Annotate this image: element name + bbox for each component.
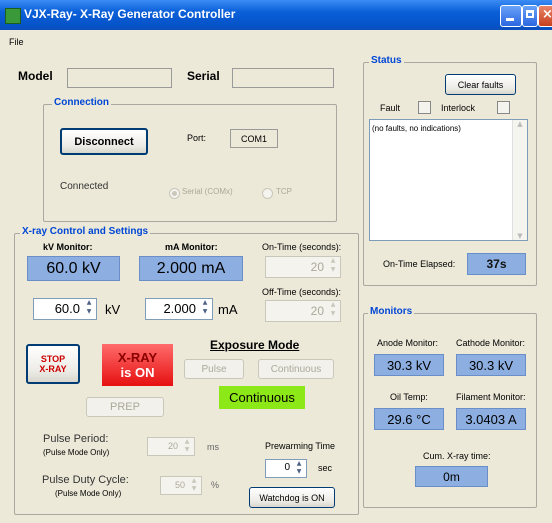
ma-unit: mA bbox=[218, 302, 238, 317]
interlock-label: Interlock bbox=[441, 103, 476, 113]
anode-display: 30.3 kV bbox=[374, 354, 444, 376]
disconnect-button[interactable]: Disconnect bbox=[60, 128, 148, 155]
model-label: Model bbox=[18, 69, 53, 83]
oil-temp-display: 29.6 °C bbox=[374, 408, 444, 430]
fault-log-text: (no faults, no indications) bbox=[372, 124, 461, 133]
prewarming-stepper[interactable]: 0 ▲ ▼ bbox=[265, 459, 307, 478]
ma-monitor-display: 2.000 mA bbox=[139, 256, 243, 281]
kv-monitor-display: 60.0 kV bbox=[27, 256, 120, 281]
down-arrow-icon[interactable]: ▼ bbox=[199, 309, 211, 318]
duty-cycle-stepper[interactable]: 50 ▲ ▼ bbox=[160, 476, 202, 495]
interlock-checkbox[interactable] bbox=[497, 101, 510, 114]
prewarming-label: Prewarming Time bbox=[265, 441, 336, 451]
prewarming-unit: sec bbox=[318, 463, 333, 473]
fault-checkbox[interactable] bbox=[418, 101, 431, 114]
connection-status: Connected bbox=[60, 181, 109, 192]
down-arrow-icon: ▼ bbox=[330, 310, 336, 317]
duty-cycle-note: (Pulse Mode Only) bbox=[55, 489, 122, 498]
clear-faults-button[interactable]: Clear faults bbox=[445, 74, 516, 95]
cathode-display: 30.3 kV bbox=[456, 354, 526, 376]
monitors-title: Monitors bbox=[368, 306, 415, 317]
off-time-stepper[interactable]: 20 ▲ ▼ bbox=[265, 300, 341, 322]
filament-display: 3.0403 A bbox=[456, 408, 526, 430]
cathode-label: Cathode Monitor: bbox=[456, 338, 526, 348]
down-arrow-icon: ▼ bbox=[330, 266, 336, 273]
menu-file[interactable]: File bbox=[9, 37, 24, 47]
pulse-period-note: (Pulse Mode Only) bbox=[43, 448, 110, 457]
stop-label-line1: STOP bbox=[40, 354, 66, 364]
down-arrow-icon[interactable]: ▼ bbox=[83, 309, 95, 318]
serial-field bbox=[232, 68, 334, 88]
continuous-mode-button[interactable]: Continuous bbox=[258, 359, 334, 379]
pulse-period-unit: ms bbox=[207, 442, 219, 452]
on-time-stepper[interactable]: 20 ▲ ▼ bbox=[265, 256, 341, 278]
kv-monitor-label: kV Monitor: bbox=[43, 242, 93, 252]
port-field: COM1 bbox=[230, 129, 278, 148]
connection-group bbox=[43, 104, 337, 222]
ma-monitor-label: mA Monitor: bbox=[165, 242, 218, 252]
kv-setpoint-stepper[interactable]: 60.0 ▲ ▼ bbox=[33, 298, 97, 320]
stop-xray-button[interactable]: STOP X-RAY bbox=[26, 344, 80, 384]
stop-label-line2: X-RAY bbox=[39, 364, 67, 374]
close-button[interactable]: × bbox=[538, 5, 552, 27]
exposure-mode-label: Exposure Mode bbox=[210, 338, 300, 352]
down-arrow-icon: ▼ bbox=[191, 484, 197, 492]
xray-status-indicator: X-RAY is ON bbox=[102, 344, 173, 386]
window-title: VJX-Ray- X-Ray Generator Controller bbox=[24, 7, 236, 21]
serial-radio[interactable] bbox=[169, 188, 180, 199]
pulse-period-stepper[interactable]: 20 ▲ ▼ bbox=[147, 437, 195, 456]
serial-label: Serial bbox=[187, 69, 220, 83]
scroll-up-icon[interactable]: ▲ bbox=[513, 120, 527, 128]
fault-log[interactable]: (no faults, no indications) ▲ ▼ bbox=[369, 119, 528, 241]
status-title: Status bbox=[369, 55, 404, 66]
prep-button[interactable]: PREP bbox=[86, 397, 164, 417]
pulse-period-label: Pulse Period: bbox=[43, 433, 109, 445]
xray-status-line1: X-RAY bbox=[117, 350, 158, 365]
xray-status-line2: is ON bbox=[120, 365, 155, 380]
cum-xray-time-label: Cum. X-ray time: bbox=[423, 451, 491, 461]
scroll-down-icon[interactable]: ▼ bbox=[513, 232, 527, 240]
filament-label: Filament Monitor: bbox=[456, 392, 526, 402]
app-icon bbox=[5, 8, 21, 24]
anode-label: Anode Monitor: bbox=[377, 338, 439, 348]
on-time-elapsed-label: On-Time Elapsed: bbox=[383, 259, 456, 269]
fault-label: Fault bbox=[380, 103, 401, 113]
connection-title: Connection bbox=[52, 97, 111, 108]
minimize-button[interactable] bbox=[500, 5, 522, 27]
port-label: Port: bbox=[187, 133, 207, 143]
watchdog-button[interactable]: Watchdog is ON bbox=[249, 487, 335, 508]
tcp-radio[interactable] bbox=[262, 188, 273, 199]
scrollbar[interactable]: ▲ ▼ bbox=[512, 120, 527, 240]
cum-xray-time-display: 0m bbox=[415, 466, 488, 487]
duty-cycle-unit: % bbox=[211, 480, 220, 490]
pulse-mode-button[interactable]: Pulse bbox=[184, 359, 244, 379]
down-arrow-icon: ▼ bbox=[184, 445, 190, 453]
current-mode-indicator: Continuous bbox=[219, 386, 305, 409]
on-time-label: On-Time (seconds): bbox=[262, 242, 342, 252]
model-field bbox=[67, 68, 172, 88]
on-time-elapsed-display: 37s bbox=[467, 253, 526, 275]
ma-setpoint-stepper[interactable]: 2.000 ▲ ▼ bbox=[145, 298, 213, 320]
xray-control-title: X-ray Control and Settings bbox=[20, 226, 151, 237]
oil-temp-label: Oil Temp: bbox=[390, 392, 428, 402]
maximize-button[interactable] bbox=[522, 5, 538, 27]
off-time-label: Off-Time (seconds): bbox=[262, 287, 342, 297]
serial-radio-label: Serial (COMx) bbox=[182, 187, 233, 196]
down-arrow-icon[interactable]: ▼ bbox=[293, 468, 305, 477]
tcp-radio-label: TCP bbox=[276, 187, 292, 196]
kv-unit: kV bbox=[105, 302, 121, 317]
duty-cycle-label: Pulse Duty Cycle: bbox=[42, 474, 129, 486]
